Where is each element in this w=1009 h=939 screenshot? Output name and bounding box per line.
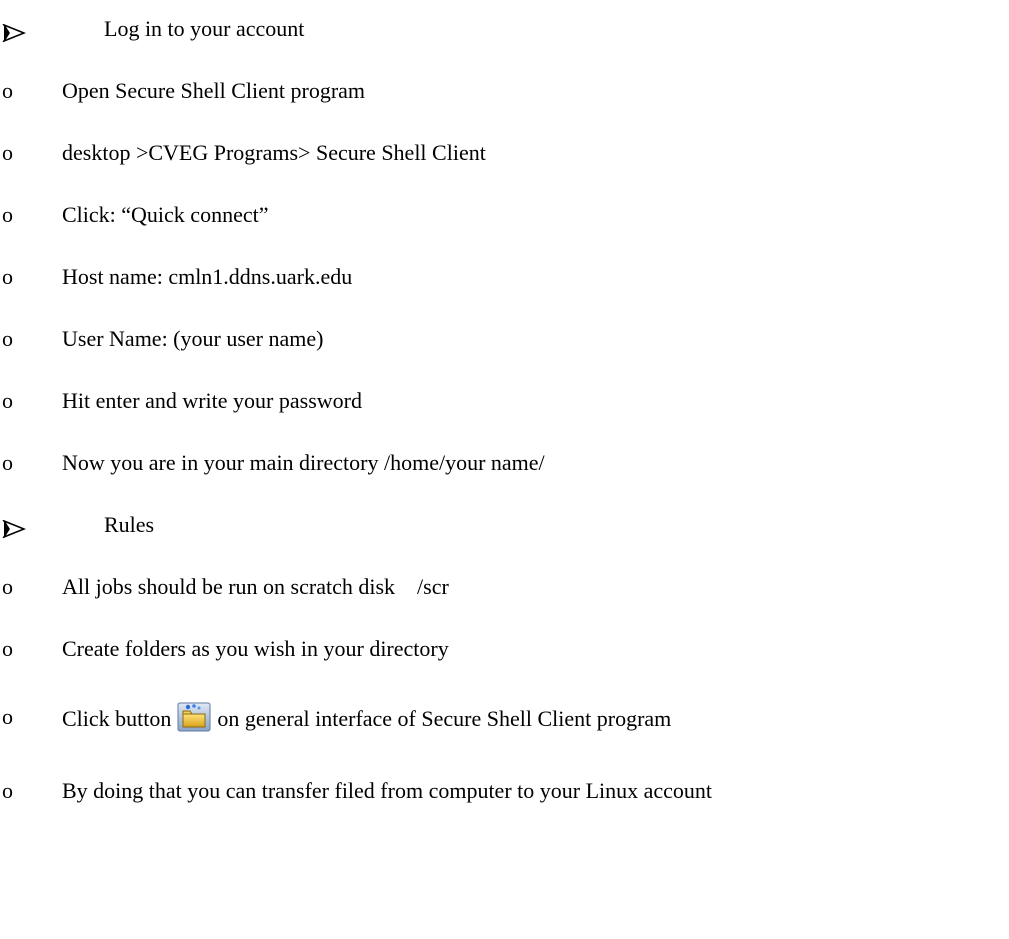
bullet-o: o (2, 140, 13, 165)
bullet-o: o (2, 704, 13, 729)
bullet-o: o (2, 326, 13, 351)
list-item-text-after: on general interface of Secure Shell Cli… (217, 706, 672, 731)
list-item-text-before: Click button (62, 706, 172, 731)
list-item-text: User Name: (your user name) (62, 326, 324, 351)
list-item-text: Create folders as you wish in your direc… (62, 636, 449, 661)
file-transfer-icon (177, 702, 211, 732)
bullet-o: o (2, 574, 13, 599)
heading-text: Log in to your account (104, 16, 305, 41)
list-item-text: Now you are in your main directory /home… (62, 450, 545, 475)
list-item-text: Click: “Quick connect” (62, 202, 269, 227)
list-item-text: By doing that you can transfer filed fro… (62, 778, 713, 803)
arrow-bullet-icon (2, 20, 27, 43)
list-item-text: Open Secure Shell Client program (62, 78, 366, 103)
heading-text: Rules (104, 512, 155, 537)
list-item-text: All jobs should be run on scratch disk /… (62, 574, 449, 599)
bullet-o: o (2, 636, 13, 661)
bullet-o: o (2, 450, 13, 475)
arrow-bullet-icon (2, 516, 27, 539)
bullet-o: o (2, 202, 13, 227)
bullet-o: o (2, 264, 13, 289)
bullet-o: o (2, 778, 13, 803)
list-item-text: Hit enter and write your password (62, 388, 362, 413)
bullet-o: o (2, 388, 13, 413)
list-item-text-with-icon: Click button on general interface of Sec… (62, 702, 671, 734)
list-item-text: Host name: cmln1.ddns.uark.edu (62, 264, 353, 289)
bullet-o: o (2, 78, 13, 103)
list-item-text: desktop >CVEG Programs> Secure Shell Cli… (62, 140, 486, 165)
